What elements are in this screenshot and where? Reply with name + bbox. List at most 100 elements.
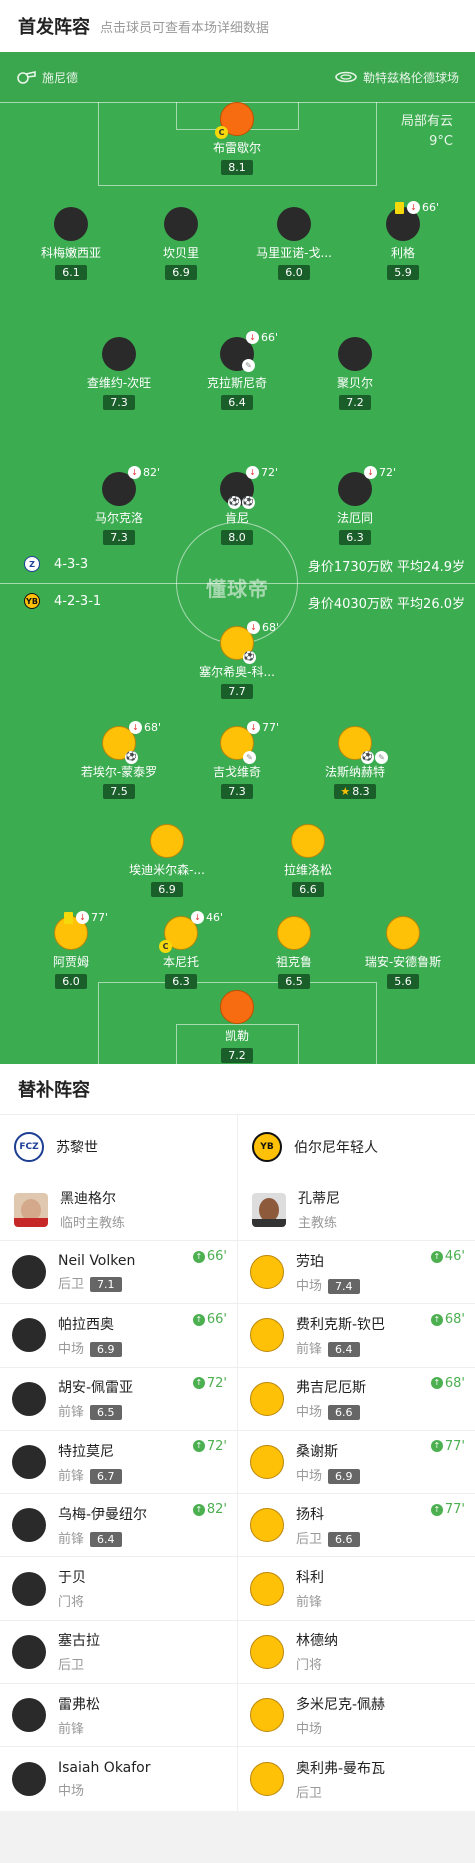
player-home-gk[interactable]: C 布雷歇尔 8.1	[172, 102, 302, 175]
sub-in-time: ↑ 72'	[192, 1376, 227, 1391]
player-home-rb[interactable]: ↓ 66' 利格 5.9	[338, 201, 468, 280]
sub-player-row[interactable]: 劳珀 中场 7.4 ↑ 46'	[238, 1241, 475, 1305]
header: 首发阵容 点击球员可查看本场详细数据	[0, 0, 475, 52]
sub-in-icon: ↑	[430, 1503, 443, 1516]
sub-player-position: 前锋	[58, 1721, 85, 1737]
player-away-gk[interactable]: 凯勒 7.2	[172, 990, 302, 1063]
player-rating: 8.1	[221, 160, 253, 175]
sub-player-row[interactable]: 弗吉尼厄斯 中场 6.6 ↑ 68'	[238, 1368, 475, 1431]
sub-event: ↓ 77'	[247, 721, 279, 734]
captain-icon: C	[159, 940, 172, 953]
sub-player-row[interactable]: 于贝 门将	[0, 1557, 237, 1621]
player-name: 本尼托	[162, 955, 199, 969]
player-dot: ↓ 72'	[338, 466, 396, 506]
player-home-m1[interactable]: 查维约-次旺 7.3	[54, 337, 184, 410]
sub-in-icon: ↑	[430, 1440, 443, 1453]
player-away-cb1[interactable]: C ↓ 46' 本尼托 6.3	[116, 911, 246, 989]
player-dot	[12, 1381, 46, 1416]
sub-player-row[interactable]: 帕拉西奥 中场 6.9 ↑ 66'	[0, 1304, 237, 1368]
sub-player-name: 科利	[296, 1570, 324, 1587]
player-dot	[12, 1762, 46, 1797]
player-dot: ↓ 82'	[102, 466, 160, 506]
sub-player-position: 中场	[296, 1721, 323, 1737]
substitutes-section: 替补阵容 FCZ 苏黎世 黑迪格尔 临时主教练 Neil Volken 后卫 7.1…	[0, 1064, 475, 1811]
sub-event: ↓ 72'	[246, 466, 278, 479]
player-away-dm1[interactable]: 埃迪米尔森-... 6.9	[102, 824, 232, 897]
sub-out-icon: ↓	[246, 466, 259, 479]
player-dot	[12, 1698, 46, 1733]
player-name: 查维约-次旺	[86, 376, 152, 390]
player-rating: 7.3	[221, 784, 253, 799]
sub-player-name: 乌梅-伊曼纽尔	[58, 1506, 148, 1523]
player-home-m3[interactable]: 聚贝尔 7.2	[290, 337, 420, 410]
player-dot	[250, 1698, 284, 1733]
player-away-rb[interactable]: 瑞安-安德鲁斯 5.6	[338, 916, 468, 989]
player-name: 若埃尔-蒙泰罗	[80, 765, 158, 779]
player-home-cb1[interactable]: 坎贝里 6.9	[116, 207, 246, 280]
player-away-am2[interactable]: ↓ 77' ✎ 吉戈维奇 7.3	[172, 721, 302, 799]
player-name: 法厄同	[336, 511, 373, 525]
home-coach[interactable]: 黑迪格尔 临时主教练	[0, 1179, 237, 1241]
player-dot	[250, 1445, 284, 1480]
player-dot: ↓ 77'	[54, 911, 108, 950]
player-dot	[12, 1255, 46, 1290]
sub-player-row[interactable]: 雷弗松 前锋	[0, 1684, 237, 1748]
home-team-row[interactable]: FCZ 苏黎世	[0, 1115, 237, 1179]
away-coach[interactable]: 孔蒂尼 主教练	[238, 1179, 475, 1241]
sub-player-row[interactable]: 科利 前锋	[238, 1557, 475, 1621]
sub-out-icon: ↓	[128, 466, 141, 479]
player-home-f1[interactable]: ↓ 82' 马尔克洛 7.3	[54, 466, 184, 545]
sub-player-row[interactable]: 桑谢斯 中场 6.9 ↑ 77'	[238, 1431, 475, 1495]
sub-player-rating: 6.4	[90, 1531, 122, 1547]
sub-player-row[interactable]: 林德纳 门将	[238, 1621, 475, 1685]
sub-player-row[interactable]: 乌梅-伊曼纽尔 前锋 6.4 ↑ 82'	[0, 1494, 237, 1558]
coach-avatar	[14, 1192, 48, 1227]
sub-out-icon: ↓	[191, 911, 204, 924]
player-dot	[12, 1571, 46, 1606]
player-dot	[250, 1508, 284, 1543]
player-dot	[250, 1318, 284, 1353]
sub-player-name: 雷弗松	[58, 1696, 100, 1713]
sub-player-row[interactable]: Isaiah Okafor 中场	[0, 1747, 237, 1810]
sub-player-row[interactable]: Neil Volken 后卫 7.1 ↑ 66'	[0, 1241, 237, 1305]
player-home-f3[interactable]: ↓ 72' 法厄同 6.3	[290, 466, 420, 545]
player-away-am3[interactable]: ⚽ ✎ 法斯纳赫特 8.3	[290, 726, 420, 799]
coach-role: 临时主教练	[60, 1216, 126, 1231]
player-dot: ⚽ ✎	[338, 726, 388, 764]
player-home-f2[interactable]: ↓ 72' ⚽ ⚽ 肯尼 8.0	[172, 466, 302, 545]
sub-event: ↓ 72'	[364, 466, 396, 479]
sub-player-row[interactable]: 胡安-佩雷亚 前锋 6.5 ↑ 72'	[0, 1368, 237, 1431]
player-rating: 7.2	[339, 395, 371, 410]
sub-player-row[interactable]: 多米尼克-佩赫 中场	[238, 1684, 475, 1748]
sub-player-position: 中场	[58, 1341, 85, 1357]
player-dot	[164, 207, 198, 241]
player-name: 塞尔希奥-科...	[199, 665, 275, 679]
player-away-st[interactable]: ↓ 68' ⚽ 塞尔希奥-科... 7.7	[172, 621, 302, 699]
sub-player-name: 桑谢斯	[296, 1443, 338, 1460]
player-name: 法斯纳赫特	[324, 765, 385, 779]
player-away-am1[interactable]: ↓ 68' ⚽ 若埃尔-蒙泰罗 7.5	[54, 721, 184, 799]
away-team-row[interactable]: YB 伯尔尼年轻人	[238, 1115, 475, 1179]
home-team-logo-icon: FCZ	[14, 1132, 44, 1162]
sub-player-row[interactable]: 扬科 后卫 6.6 ↑ 77'	[238, 1494, 475, 1558]
player-dot	[386, 916, 420, 950]
player-rating: 6.5	[278, 974, 310, 989]
coach-name: 孔蒂尼	[298, 1191, 340, 1207]
sub-player-position: 前锋	[58, 1468, 85, 1484]
stadium-info: 勒特兹格伦德球场	[335, 69, 459, 86]
sub-player-row[interactable]: 奥利弗-曼布瓦 后卫	[238, 1747, 475, 1810]
home-subs-column: FCZ 苏黎世 黑迪格尔 临时主教练 Neil Volken 后卫 7.1 ↑ 66' …	[0, 1115, 237, 1811]
weather: 局部有云 9°C	[401, 112, 453, 152]
player-away-dm2[interactable]: 拉维洛松 6.6	[243, 824, 373, 897]
sub-in-icon: ↑	[430, 1377, 443, 1390]
goal-ball-icon: ⚽	[242, 496, 255, 509]
page-title: 首发阵容	[18, 17, 90, 38]
sub-player-rating: 7.1	[90, 1276, 122, 1292]
sub-player-row[interactable]: 费利克斯-钦巴 前锋 6.4 ↑ 68'	[238, 1304, 475, 1368]
sub-player-row[interactable]: 特拉莫尼 前锋 6.7 ↑ 72'	[0, 1431, 237, 1495]
yellow-card-icon	[64, 911, 73, 924]
stadium-name: 勒特兹格伦德球场	[362, 70, 459, 85]
sub-player-row[interactable]: 塞古拉 后卫	[0, 1621, 237, 1685]
player-home-m2[interactable]: ↓ 66' ✎ 克拉斯尼奇 6.4	[172, 331, 302, 410]
sub-event: ↓ 68'	[247, 621, 279, 634]
